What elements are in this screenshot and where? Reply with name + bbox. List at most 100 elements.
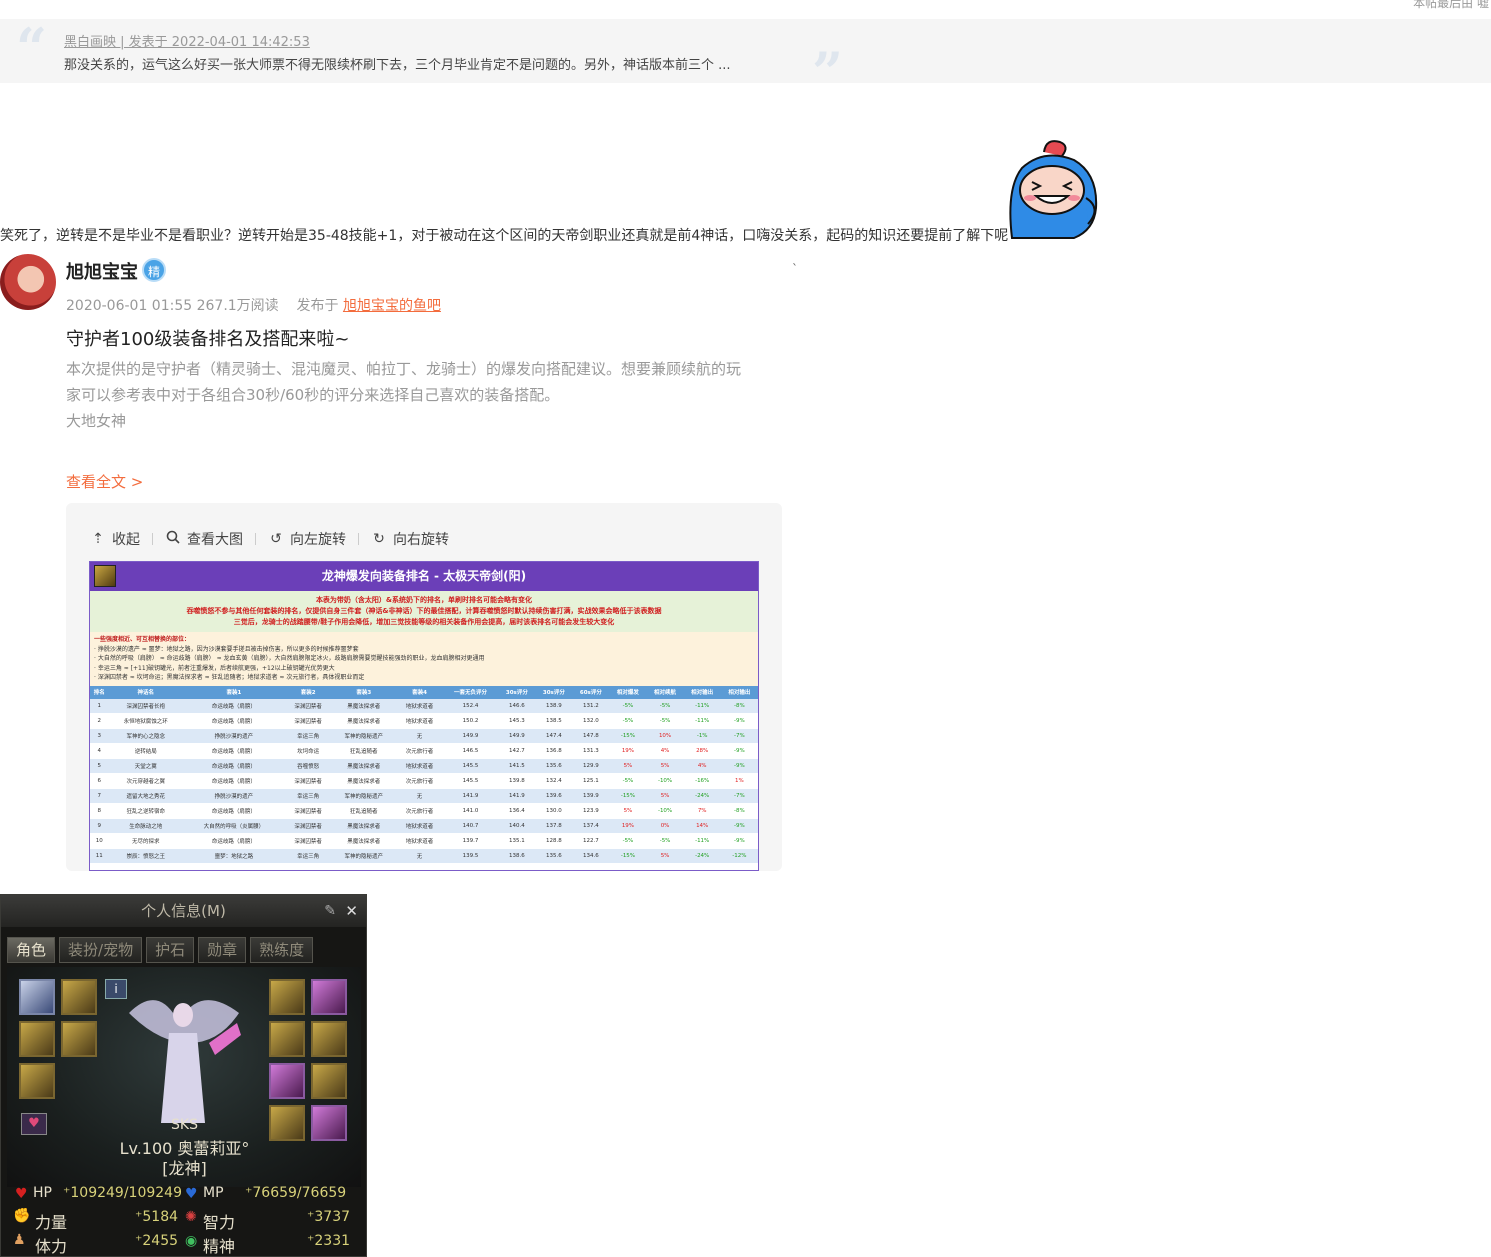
table-header-cell: 套装2: [284, 685, 332, 699]
table-row: 4 逆转结局 命运歧路（肩膀） 坎坷命运 狂乱追随者 次元旅行者 146.5 142.7 136…: [90, 743, 758, 759]
sheet-note-line: 本表为带奶（含太阳）&系统奶下的排名，单刷时排名可能会略有变化: [315, 596, 533, 604]
tab-character[interactable]: 角色: [7, 937, 56, 963]
tab-talisman[interactable]: 护石: [146, 937, 195, 963]
search-icon: [165, 530, 181, 548]
table-cell: 4: [90, 743, 109, 759]
table-cell: 138.9: [535, 698, 573, 714]
post-meta: 2020-06-01 01:55 267.1万阅读 发布于 旭旭宝宝的鱼吧: [66, 295, 441, 315]
table-cell: 生命脉动之地: [108, 818, 183, 834]
table-cell: 深渊囚禁者: [284, 833, 332, 849]
post-title[interactable]: 守护者100级装备排名及搭配来啦~: [66, 325, 349, 351]
character-title: [龙神]: [162, 1159, 207, 1178]
image-toolbar: ⇡ 收起 查看大图 ↺ 向左旋转 ↻ 向右旋转: [90, 529, 449, 549]
table-cell: -5%: [609, 833, 647, 849]
table-row: 1 深渊囚禁者长袍 命运歧路（肩膀） 深渊囚禁者 黑魔法探求者 地狱求道者 152.4 146…: [90, 698, 758, 714]
table-cell: 131.2: [572, 698, 610, 714]
pin-icon[interactable]: ✎: [324, 895, 336, 927]
author-avatar[interactable]: [0, 254, 56, 310]
quote-meta-link[interactable]: 黑白画映 | 发表于 2022-04-01 14:42:53: [64, 31, 310, 50]
rotate-left-label: 向左旋转: [290, 532, 346, 548]
equipment-slot[interactable]: [61, 979, 97, 1015]
hp-number: 109249/109249: [70, 1185, 182, 1201]
view-large-button[interactable]: 查看大图: [165, 529, 243, 549]
table-cell: -11%: [683, 833, 721, 849]
table-cell: 4%: [683, 758, 721, 774]
reply-text: 笑死了，逆转是不是毕业不是看职业？逆转开始是35-48技能+1，对于被动在这个区…: [0, 228, 1009, 244]
sheet-notes: 本表为带奶（含太阳）&系统奶下的排名，单刷时排名可能会略有变化 吞噬愤怒不参与其…: [90, 591, 758, 632]
table-cell: 147.8: [572, 728, 610, 744]
rotate-right-button[interactable]: ↻ 向右旋转: [371, 529, 449, 549]
table-cell: 无: [396, 728, 443, 744]
table-cell: 永恒地狱腐蚀之环: [108, 713, 183, 729]
table-cell: 1%: [720, 773, 758, 789]
table-body: 1 深渊囚禁者长袍 命运歧路（肩膀） 深渊囚禁者 黑魔法探求者 地狱求道者 152.4 146…: [90, 698, 758, 864]
post-body-line: 大地女神: [66, 412, 127, 430]
equipment-slot[interactable]: [311, 1021, 347, 1057]
equipment-slot[interactable]: [269, 1021, 305, 1057]
table-header-cell: 神话名: [108, 685, 183, 699]
forum-link[interactable]: 旭旭宝宝的鱼吧: [343, 298, 441, 314]
table-cell: 黑魔法探求者: [331, 818, 397, 834]
equipment-slot[interactable]: [311, 1063, 347, 1099]
tab-medal[interactable]: 勋章: [198, 937, 247, 963]
equipment-slot[interactable]: [269, 979, 305, 1015]
table-cell: 命运歧路（肩膀）: [182, 758, 285, 774]
author-name[interactable]: 旭旭宝宝: [66, 258, 138, 284]
table-cell: 5%: [646, 848, 684, 864]
table-cell: 145.5: [442, 758, 499, 774]
table-cell: 幸运三角: [284, 728, 332, 744]
table-cell: 135.6: [535, 848, 573, 864]
table-cell: 150.2: [442, 713, 499, 729]
sheet-substitutes: 一些强度相近、可互相替换的部位： · 挣脱沙漠的遗产 ≈ 噩梦：地狱之路，因为沙…: [90, 632, 758, 686]
vitality-value: ⁺2455: [135, 1233, 179, 1249]
table-cell: -10%: [646, 773, 684, 789]
equipment-slot[interactable]: [269, 1063, 305, 1099]
equipment-slot[interactable]: [61, 1021, 97, 1057]
table-cell: 幸运三角: [284, 848, 332, 864]
table-cell: 132.0: [572, 713, 610, 729]
table-cell: 135.6: [535, 758, 573, 774]
table-cell: 命运歧路（肩膀）: [182, 698, 285, 714]
equipment-slot[interactable]: [19, 1063, 55, 1099]
table-row: 7 遗留大地之秀花 挣脱沙漠的遗产 幸运三角 军神的隐秘遗产无 141.9 141.9 139…: [90, 788, 758, 804]
table-cell: 地狱求道者: [396, 758, 443, 774]
read-full-link[interactable]: 查看全文 >: [66, 471, 143, 492]
ranking-sheet-image[interactable]: 龙神爆发向装备排名 - 太极天帝剑(阳) 本表为带奶（含太阳）&系统奶下的排名，…: [89, 561, 759, 871]
table-cell: 19%: [609, 743, 647, 759]
table-row: 2 永恒地狱腐蚀之环 命运歧路（肩膀） 深渊囚禁者 黑魔法探求者 地狱求道者 150.2 14…: [90, 713, 758, 729]
rotate-left-button[interactable]: ↺ 向左旋转: [268, 529, 346, 549]
page: 本帖最后由 嘘 “ 黑白画映 | 发表于 2022-04-01 14:42:53…: [0, 0, 1491, 1257]
table-cell: -9%: [720, 833, 758, 849]
tab-avatar-pet[interactable]: 装扮/宠物: [59, 937, 143, 963]
equipment-slot[interactable]: [19, 979, 55, 1015]
close-icon[interactable]: ✕: [345, 895, 358, 927]
tab-proficiency[interactable]: 熟练度: [250, 937, 314, 963]
table-cell: 1: [90, 698, 109, 714]
window-title: 个人信息(M): [141, 902, 226, 920]
strength-icon: ✊: [13, 1208, 31, 1224]
post-body-line: 家可以参考表中对于各组合30秒/60秒的评分来选择自己喜欢的装备搭配。: [66, 386, 560, 404]
equipment-slot[interactable]: [311, 979, 347, 1015]
table-cell: 10%: [646, 728, 684, 744]
table-cell: 146.5: [442, 743, 499, 759]
table-header-cell: 30s评分: [535, 685, 573, 699]
table-cell: 137.4: [572, 818, 610, 834]
table-cell: 3: [90, 728, 109, 744]
table-cell: -24%: [683, 848, 721, 864]
collapse-label: 收起: [112, 532, 140, 548]
hp-label: HP: [33, 1185, 52, 1201]
collapse-button[interactable]: ⇡ 收起: [90, 529, 140, 549]
table-cell: 9: [90, 818, 109, 834]
table-cell: 125.1: [572, 773, 610, 789]
verified-badge-icon: 精: [142, 258, 166, 282]
table-header-cell: 一套无负评分: [442, 685, 499, 699]
equipment-slot[interactable]: [19, 1021, 55, 1057]
table-cell: 139.7: [442, 833, 499, 849]
table-cell: 131.3: [572, 743, 610, 759]
intelligence-icon: ✺: [185, 1209, 197, 1225]
intelligence-value: ⁺3737: [307, 1209, 351, 1225]
table-cell: 140.7: [442, 818, 499, 834]
table-cell: 11: [90, 848, 109, 864]
table-cell: 无: [396, 788, 443, 804]
vitality-icon: ♟: [13, 1232, 26, 1248]
